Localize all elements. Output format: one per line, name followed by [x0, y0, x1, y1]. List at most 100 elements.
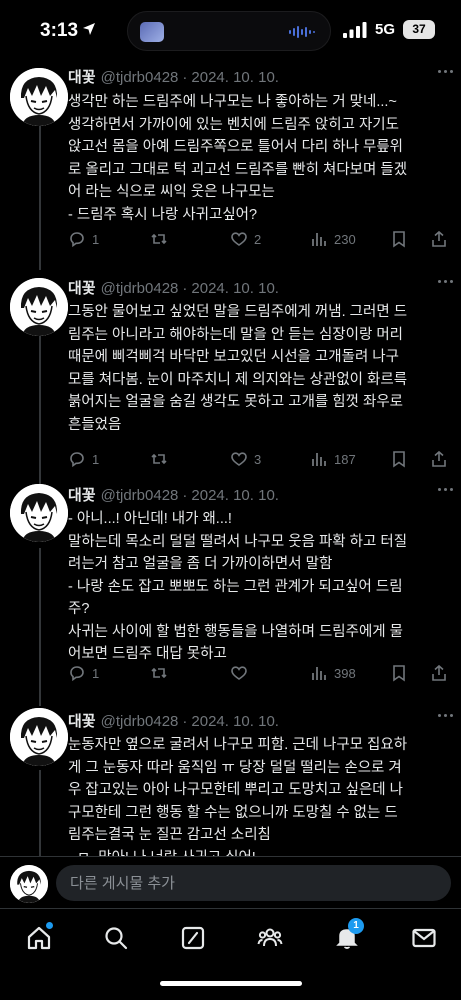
heart-icon — [231, 232, 247, 246]
nav-messages[interactable] — [411, 925, 437, 951]
views-button[interactable]: 187 — [310, 448, 356, 470]
views-button[interactable]: 398 — [310, 662, 356, 684]
views-button[interactable]: 230 — [310, 228, 356, 250]
like-button[interactable]: 2 — [230, 228, 261, 250]
post-header: 대꽃 @tjdrb0428 · 2024. 10. 10. — [68, 280, 279, 297]
post-text-line: 려는거 참고 얼굴을 좀 더 가까이하면서 말함 — [68, 556, 333, 572]
repost-button[interactable] — [150, 228, 174, 250]
nav-communities[interactable] — [257, 925, 283, 951]
post-text-line: 구모한테 그런 행동 할 수는 없으니까 도망칠 수 없는 드 — [68, 804, 398, 821]
author-name[interactable]: 대꽃 — [68, 713, 96, 730]
post-date[interactable]: 2024. 10. 10. — [191, 69, 279, 86]
more-options-icon[interactable] — [438, 70, 454, 76]
post-actions: 1 398 — [68, 662, 452, 684]
communities-icon — [257, 928, 283, 947]
views-count: 187 — [334, 451, 356, 467]
more-options-icon[interactable] — [438, 488, 454, 494]
author-handle[interactable]: @tjdrb0428 — [101, 69, 179, 86]
post-text-line: - ㅁ..맞아! 나 너랑 사귀고 싶어! — [68, 847, 446, 857]
share-button[interactable] — [430, 448, 448, 470]
post-text-line: 사귀는 사이에 할 법한 행동들을 나열하며 드림주에게 물 — [68, 623, 404, 640]
search-icon — [105, 927, 128, 950]
post-actions: 1 3 187 — [68, 448, 452, 470]
nav-search[interactable] — [103, 925, 129, 951]
heart-icon — [231, 452, 247, 466]
reply-icon — [70, 232, 84, 248]
status-time: 3:13 — [40, 20, 79, 41]
like-button[interactable] — [230, 662, 254, 684]
post-text-line: 생각하면서 가까이에 있는 벤치에 드림주 앉히고 자기도 — [68, 116, 399, 133]
views-chart-icon — [312, 453, 326, 466]
add-post-input[interactable] — [56, 865, 451, 901]
messages-icon — [412, 928, 436, 948]
avatar[interactable] — [10, 708, 68, 766]
post[interactable]: 대꽃 @tjdrb0428 · 2024. 10. 10. 그동안 물어보고 싶었던 … — [0, 270, 461, 484]
nav-home[interactable] — [26, 922, 53, 951]
avatar[interactable] — [10, 278, 68, 336]
reply-button[interactable]: 1 — [68, 662, 99, 684]
nav-compose[interactable] — [180, 925, 206, 951]
reply-button[interactable]: 1 — [68, 228, 99, 250]
repost-button[interactable] — [150, 448, 174, 470]
reply-icon — [70, 452, 84, 468]
post-text-line: 흔들었음 — [68, 416, 122, 433]
post-text-line: 그동안 물어보고 싶었던 말을 드림주에게 꺼냄. 그러면 드 — [68, 304, 408, 320]
reply-bar — [0, 856, 461, 908]
share-icon — [432, 450, 446, 467]
post-text-line: 눈동자만 옆으로 굴려서 나구모 피함. 근데 나구모 집요하 — [68, 737, 408, 753]
repost-icon — [151, 233, 167, 245]
post-text-line: 림주는결국 눈 질끈 감고선 소리침 — [68, 827, 271, 843]
author-handle[interactable]: @tjdrb0428 — [101, 487, 179, 504]
post-text-line: 게 그 눈동자 따라 움직임 ㅠ 당장 덜덜 떨리는 손으로 겨 — [68, 759, 402, 776]
post-text-line: - 드림주 혹시 나랑 사귀고싶어? — [68, 206, 258, 223]
post-header: 대꽃 @tjdrb0428 · 2024. 10. 10. — [68, 713, 279, 730]
author-name[interactable]: 대꽃 — [68, 69, 96, 86]
post-date[interactable]: 2024. 10. 10. — [191, 280, 279, 297]
repost-icon — [151, 667, 167, 679]
location-arrow-icon — [83, 23, 95, 35]
author-name[interactable]: 대꽃 — [68, 280, 96, 297]
post-text-line: 때문에 삐걱삐걱 바닥만 보고있던 시선을 고개돌려 나구 — [68, 349, 399, 365]
avatar[interactable] — [10, 484, 68, 542]
bookmark-button[interactable] — [390, 448, 408, 470]
post[interactable]: 대꽃 @tjdrb0428 · 2024. 10. 10. 생각만 하는 드림주에 나… — [0, 56, 461, 270]
post-date[interactable]: 2024. 10. 10. — [191, 487, 279, 504]
post[interactable]: 대꽃 @tjdrb0428 · 2024. 10. 10. - 아니...! 아닌데!… — [0, 484, 461, 706]
post-text-line: 림주는 아니라고 해야하는데 말을 안 듣는 심장이랑 머리 — [68, 326, 404, 343]
thread-feed[interactable]: 대꽃 @tjdrb0428 · 2024. 10. 10. 생각만 하는 드림주에 나… — [0, 56, 461, 856]
home-indicator[interactable] — [160, 981, 302, 986]
share-button[interactable] — [430, 228, 448, 250]
status-bar: 3:13 5G 37 — [0, 0, 461, 60]
more-options-icon[interactable] — [438, 280, 454, 286]
post[interactable]: 대꽃 @tjdrb0428 · 2024. 10. 10. 눈동자만 옆으로 굴려서 … — [0, 706, 461, 856]
more-options-icon[interactable] — [438, 714, 454, 720]
reply-count: 1 — [92, 231, 100, 247]
thread-connector — [39, 770, 41, 856]
author-handle[interactable]: @tjdrb0428 — [101, 280, 179, 297]
signal-bars-icon — [343, 22, 367, 38]
bookmark-button[interactable] — [390, 662, 408, 684]
audio-wave-icon — [289, 26, 315, 38]
post-text-line: 어 라는 식으로 씨익 웃은 나구모는 — [68, 184, 275, 200]
battery-icon: 37 — [403, 20, 435, 39]
author-handle[interactable]: @tjdrb0428 — [101, 713, 179, 730]
bookmark-button[interactable] — [390, 228, 408, 250]
reply-button[interactable]: 1 — [68, 448, 99, 470]
share-icon — [432, 664, 446, 681]
post-header: 대꽃 @tjdrb0428 · 2024. 10. 10. — [68, 487, 279, 504]
network-type: 5G — [375, 21, 396, 38]
avatar[interactable] — [10, 68, 68, 126]
my-avatar[interactable] — [10, 865, 48, 903]
thread-connector — [39, 334, 41, 484]
post-text-line: 붉어지는 얼굴을 숨길 생각도 못하고 고개를 힘껏 좌우로 — [68, 394, 404, 410]
author-name[interactable]: 대꽃 — [68, 487, 96, 504]
share-button[interactable] — [430, 662, 448, 684]
like-button[interactable]: 3 — [230, 448, 261, 470]
dynamic-island[interactable] — [127, 11, 331, 51]
reply-icon — [70, 666, 84, 682]
repost-button[interactable] — [150, 662, 174, 684]
post-date[interactable]: 2024. 10. 10. — [191, 713, 279, 730]
bookmark-icon — [393, 231, 405, 248]
nav-notifications[interactable]: 1 — [334, 918, 364, 951]
post-text: 눈동자만 옆으로 굴려서 나구모 피함. 근데 나구모 집요하 게 그 눈동자 … — [68, 734, 446, 856]
